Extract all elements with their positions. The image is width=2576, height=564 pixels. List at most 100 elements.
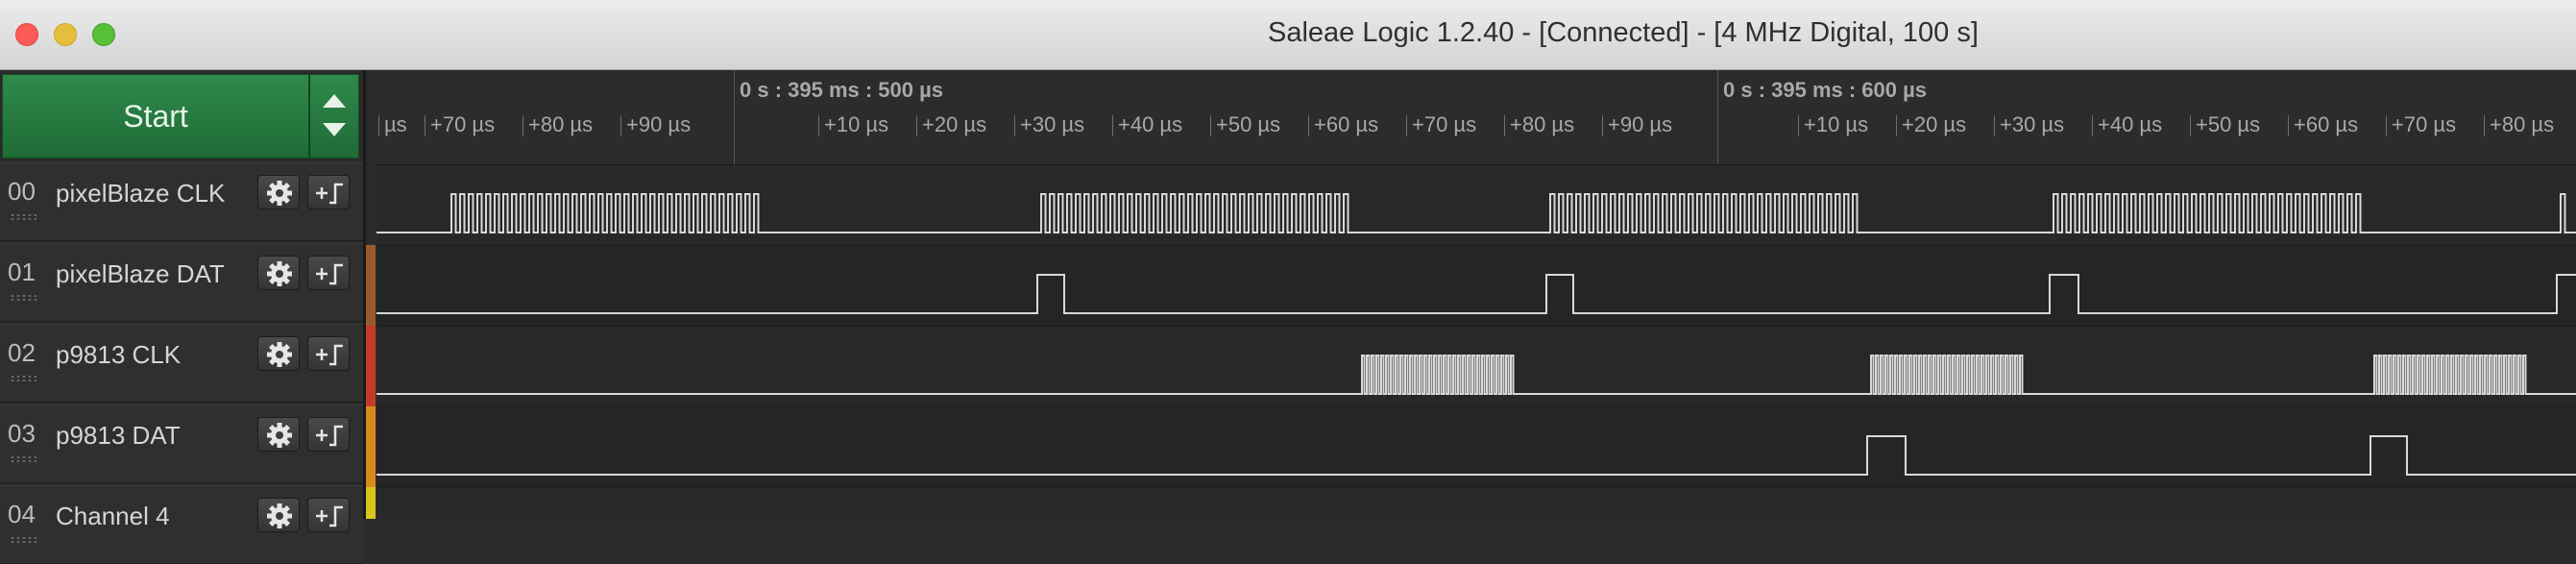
tick-mark <box>1112 115 1113 136</box>
channel-number: 01 <box>8 257 36 286</box>
tick-mark <box>1014 115 1015 136</box>
channel-settings-button[interactable] <box>257 498 300 532</box>
tick-mark <box>1406 115 1407 136</box>
waveform-canvas <box>377 165 2576 519</box>
tick-label: +40 µs <box>2098 112 2163 136</box>
trigger-button[interactable] <box>307 175 350 209</box>
tick-mark <box>2386 115 2387 136</box>
channel-settings-button[interactable] <box>257 256 300 290</box>
channel-name[interactable]: pixelBlaze CLK <box>56 179 225 208</box>
major-gridline <box>734 70 735 164</box>
channel-panel: Start 00 pixelBlaze CLK 01 pixelBlaze DA… <box>0 70 363 564</box>
major-time-label: 0 s : 395 ms : 500 µs <box>740 78 944 102</box>
tick-mark <box>916 115 917 136</box>
start-options-button[interactable] <box>309 74 359 159</box>
triangle-down-icon <box>323 123 346 136</box>
tick-label: +60 µs <box>1314 112 1379 136</box>
channel-number: 02 <box>8 338 36 367</box>
start-button[interactable]: Start <box>2 74 309 159</box>
close-window-button[interactable] <box>15 23 38 46</box>
channel-settings-button[interactable] <box>257 175 300 209</box>
tick-mark <box>1994 115 1995 136</box>
channel-settings-button[interactable] <box>257 336 300 371</box>
tick-label: +30 µs <box>1020 112 1085 136</box>
channel-row-3[interactable]: 03 p9813 DAT <box>0 405 363 483</box>
tick-mark <box>1504 115 1505 136</box>
tick-mark <box>2484 115 2485 136</box>
tick-mark <box>1602 115 1603 136</box>
tick-label: +20 µs <box>922 112 987 136</box>
channel-row-4[interactable]: 04 Channel 4 <box>0 485 363 564</box>
tick-label: +60 µs <box>2294 112 2359 136</box>
tick-label: +70 µs <box>430 112 496 136</box>
channel-number: 00 <box>8 177 36 206</box>
trigger-button[interactable] <box>307 336 350 371</box>
channel-color-strip-2 <box>366 326 376 406</box>
tick-mark <box>1308 115 1309 136</box>
tick-label: µs <box>384 112 407 136</box>
tick-mark <box>1210 115 1211 136</box>
channel-color-strip-1 <box>366 245 376 326</box>
channel-settings-button[interactable] <box>257 417 300 452</box>
tick-mark <box>378 115 379 136</box>
channel-number: 03 <box>8 419 36 448</box>
trigger-button[interactable] <box>307 256 350 290</box>
channel-name[interactable]: p9813 DAT <box>56 421 181 451</box>
gear-icon <box>267 503 292 528</box>
triangle-up-icon <box>323 94 346 108</box>
channel-row-1[interactable]: 01 pixelBlaze DAT <box>0 243 363 322</box>
zoom-window-button[interactable] <box>92 23 115 46</box>
tick-label: +80 µs <box>2490 112 2555 136</box>
channel-lane <box>377 246 2576 327</box>
major-time-label: 0 s : 395 ms : 600 µs <box>1723 78 1928 102</box>
tick-label: +80 µs <box>1510 112 1575 136</box>
tick-label: +70 µs <box>2392 112 2457 136</box>
drag-handle-icon[interactable] <box>10 455 36 463</box>
trigger-edge-icon <box>316 425 343 447</box>
title-bar: Saleae Logic 1.2.40 - [Connected] - [4 M… <box>0 0 2576 70</box>
tick-label: +40 µs <box>1118 112 1183 136</box>
channel-lane <box>377 407 2576 488</box>
gear-icon <box>267 342 292 367</box>
channel-name[interactable]: p9813 CLK <box>56 340 181 370</box>
channel-color-strip-4 <box>366 487 376 519</box>
window-title: Saleae Logic 1.2.40 - [Connected] - [4 M… <box>1268 17 1979 48</box>
tick-label: +50 µs <box>2196 112 2261 136</box>
tick-mark <box>2288 115 2289 136</box>
waveform-area[interactable] <box>377 165 2576 519</box>
major-gridline <box>1717 70 1718 164</box>
gear-icon <box>267 181 292 206</box>
tick-label: +30 µs <box>2000 112 2065 136</box>
trigger-button[interactable] <box>307 498 350 532</box>
minimize-window-button[interactable] <box>54 23 77 46</box>
tick-mark <box>2190 115 2191 136</box>
channel-row-0[interactable]: 00 pixelBlaze CLK <box>0 162 363 241</box>
tick-label: +80 µs <box>528 112 594 136</box>
drag-handle-icon[interactable] <box>10 375 36 382</box>
tick-mark <box>818 115 819 136</box>
channel-row-2[interactable]: 02 p9813 CLK <box>0 324 363 403</box>
tick-mark <box>2092 115 2093 136</box>
tick-label: +10 µs <box>1804 112 1869 136</box>
channel-lane <box>377 488 2576 519</box>
tick-mark <box>620 115 621 136</box>
tick-mark <box>1798 115 1799 136</box>
channel-color-strip-3 <box>366 406 376 487</box>
trigger-edge-icon <box>316 505 343 527</box>
channel-name[interactable]: Channel 4 <box>56 502 170 531</box>
tick-mark <box>522 115 523 136</box>
drag-handle-icon[interactable] <box>10 536 36 544</box>
channel-name[interactable]: pixelBlaze DAT <box>56 259 225 289</box>
time-ruler[interactable]: 0 s : 395 ms : 500 µs 0 s : 395 ms : 600… <box>377 70 2576 165</box>
tick-label: +90 µs <box>1608 112 1673 136</box>
drag-handle-icon[interactable] <box>10 213 36 221</box>
trigger-edge-icon <box>316 344 343 366</box>
gear-icon <box>267 423 292 448</box>
gear-icon <box>267 261 292 286</box>
tick-label: +90 µs <box>626 112 692 136</box>
drag-handle-icon[interactable] <box>10 294 36 302</box>
trigger-button[interactable] <box>307 417 350 452</box>
channel-number: 04 <box>8 500 36 528</box>
tick-label: +70 µs <box>1412 112 1477 136</box>
tick-label: +50 µs <box>1216 112 1281 136</box>
